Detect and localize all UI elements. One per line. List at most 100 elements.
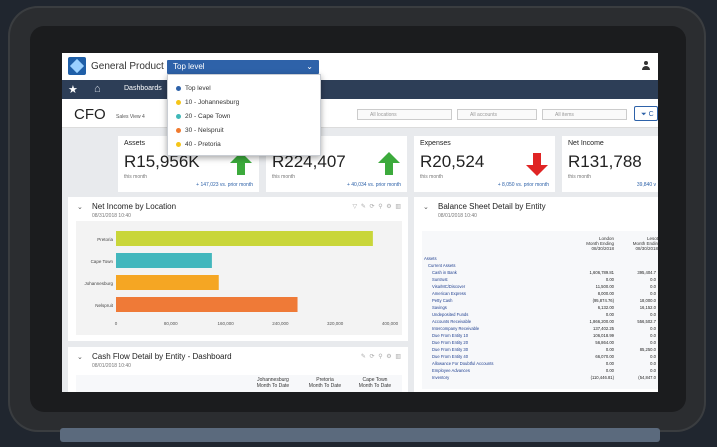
- dropdown-item-pretoria[interactable]: 40 - Pretoria: [176, 141, 221, 148]
- account-filter[interactable]: All accounts: [457, 109, 537, 120]
- arrow-up-icon: [378, 152, 400, 175]
- balance-row-label: Suntrust: [432, 277, 448, 282]
- star-icon[interactable]: ★: [68, 83, 78, 96]
- balance-value-lesotho: 0.0: [650, 312, 656, 317]
- level-select-value: Top level: [173, 62, 205, 71]
- x-tick-label: 0: [115, 321, 118, 326]
- x-tick-label: 160,000: [217, 321, 234, 326]
- balance-row-label: Current Assets: [428, 263, 456, 268]
- col-header-line: 08/30/2018: [635, 246, 658, 251]
- category-label: Nelspruit: [95, 303, 114, 308]
- bar-cape-town[interactable]: [116, 253, 212, 268]
- item-label: 30 - Nelspruit: [185, 127, 224, 134]
- balance-value-london: (95,874.76): [592, 298, 614, 303]
- balance-row-label: Cash in Bank: [432, 270, 457, 275]
- kpi-value: R20,524: [420, 152, 485, 171]
- balance-value-lesotho: 0.0: [650, 361, 656, 366]
- panel-date: 08/01/2018 10:40: [92, 363, 131, 369]
- bar-pretoria[interactable]: [116, 231, 373, 246]
- balance-row-label: Assets: [424, 256, 437, 261]
- balance-row-label: Petty Cash: [432, 298, 453, 303]
- user-icon[interactable]: [642, 61, 650, 71]
- kpi-label: Assets: [124, 140, 146, 147]
- balance-value-london: 0.00: [605, 361, 614, 366]
- home-icon[interactable]: ⌂: [94, 83, 101, 95]
- balance-value-lesotho: (54,847.0: [638, 375, 656, 380]
- bar-nelspruit[interactable]: [116, 297, 298, 312]
- nav-bar: ★ ⌂ Dashboards: [62, 80, 658, 99]
- balance-row-label: Visa/MC/Discover: [432, 284, 466, 289]
- balance-value-lesotho: 0.0: [650, 340, 656, 345]
- balance-row-label: Undeposited Funds: [432, 312, 469, 317]
- balance-value-london: 6,132.00: [597, 305, 614, 310]
- cashflow-col-pretoria: Pretoria Month To Date: [302, 377, 348, 389]
- balance-value-lesotho: 85,250.0: [639, 347, 656, 352]
- item-label: 10 - Johannesburg: [185, 99, 240, 106]
- bar-johannesburg[interactable]: [116, 275, 219, 290]
- item-label: 40 - Pretoria: [185, 141, 221, 148]
- page-header: CFO Sales View 4 All locations All accou…: [62, 99, 658, 128]
- filter-button[interactable]: ⏷ C: [634, 106, 658, 121]
- category-label: Pretoria: [97, 237, 113, 242]
- balance-row-label: Due From Entity 30: [432, 347, 469, 352]
- x-tick-label: 400,000: [382, 321, 399, 326]
- kpi-prior: + 147,023 vs. prior month: [196, 182, 253, 188]
- balance-row-label: Intercompany Receivable: [432, 326, 480, 331]
- item-label: Top level: [185, 85, 211, 92]
- kpi-prior: + 40,034 vs. prior month: [346, 182, 401, 188]
- filter-button-label: C: [648, 111, 654, 118]
- dot-icon: [176, 113, 181, 119]
- kpi-value: R131,788: [568, 152, 642, 171]
- balance-row-label: Due From Entity 10: [432, 333, 469, 338]
- dropdown-item-nelspruit[interactable]: 30 - Nelspruit: [176, 127, 224, 134]
- balance-value-lesotho: 16,152.0: [639, 305, 656, 310]
- net-income-chart: Pretoria Cape Town Johannesburg Nelspruit 0 8…: [84, 231, 399, 326]
- balance-row-label: Accounts Receivable: [432, 319, 472, 324]
- chevron-down-icon[interactable]: ⌄: [423, 203, 429, 211]
- item-filter[interactable]: All items: [542, 109, 627, 120]
- device-base: [60, 428, 660, 442]
- dropdown-item-johannesburg[interactable]: 10 - Johannesburg: [176, 99, 239, 106]
- column-header-lesotho: Lesot Month Endin 08/30/2018: [622, 236, 658, 251]
- level-select[interactable]: Top level ⌄: [167, 60, 319, 74]
- level-dropdown-menu: Top level 10 - Johannesburg 20 - Cape To…: [167, 74, 321, 156]
- location-filter[interactable]: All locations: [357, 109, 452, 120]
- app-logo[interactable]: [68, 57, 86, 75]
- page-title: CFO: [74, 106, 106, 123]
- balance-value-london: 106,018.99: [593, 333, 614, 338]
- balance-value-london: 8,000.00: [597, 291, 614, 296]
- balance-value-lesotho: 0.0: [650, 326, 656, 331]
- chevron-down-icon: ⌄: [306, 62, 313, 71]
- tab-dashboards[interactable]: Dashboards: [124, 85, 162, 92]
- category-label: Johannesburg: [84, 281, 113, 286]
- dropdown-item-top-level[interactable]: Top level: [176, 85, 211, 92]
- col-header-line: Month To Date: [358, 383, 392, 389]
- top-bar: General Product Top level ⌄: [62, 53, 658, 81]
- balance-value-london: 56,864.00: [595, 340, 614, 345]
- balance-value-lesotho: 18,000.0: [639, 298, 656, 303]
- balance-row-label: Savings: [432, 305, 447, 310]
- panel-title: Cash Flow Detail by Entity - Dashboard: [92, 352, 232, 361]
- balance-value-london: 0.00: [605, 368, 614, 373]
- dropdown-item-cape-town[interactable]: 20 - Cape Town: [176, 113, 230, 120]
- product-name: General Product: [91, 61, 164, 72]
- panel-tools[interactable]: ✎ ⟳ ⚲ ⚙ ▥: [361, 353, 402, 360]
- balance-row-label: Due From Entity 40: [432, 354, 469, 359]
- arrow-down-icon: [526, 153, 548, 176]
- kpi-card-expenses[interactable]: Expenses R20,524 this month + 8,050 vs. …: [414, 136, 555, 192]
- balance-value-lesotho: 395,404.7: [637, 270, 656, 275]
- kpi-label: Net Income: [568, 140, 604, 147]
- balance-value-lesotho: 0.0: [650, 354, 656, 359]
- kpi-card-net-income[interactable]: Net Income R131,788 this month 39,840 v: [562, 136, 658, 192]
- view-selector[interactable]: Sales View 4: [116, 114, 145, 120]
- x-tick-label: 320,000: [327, 321, 344, 326]
- category-label: Cape Town: [91, 259, 114, 264]
- balance-value-london: 66,070.00: [595, 354, 614, 359]
- dot-icon: [176, 85, 181, 91]
- chevron-down-icon[interactable]: ⌄: [77, 353, 83, 361]
- panel-date: 08/01/2018 10:40: [438, 213, 477, 219]
- cashflow-col-cape-town: Cape Town Month To Date: [352, 377, 398, 389]
- kpi-label: Expenses: [420, 140, 451, 147]
- device-frame: General Product Top level ⌄ ★ ⌂ Dashboar…: [0, 0, 717, 447]
- balance-value-lesotho: 0.0: [650, 333, 656, 338]
